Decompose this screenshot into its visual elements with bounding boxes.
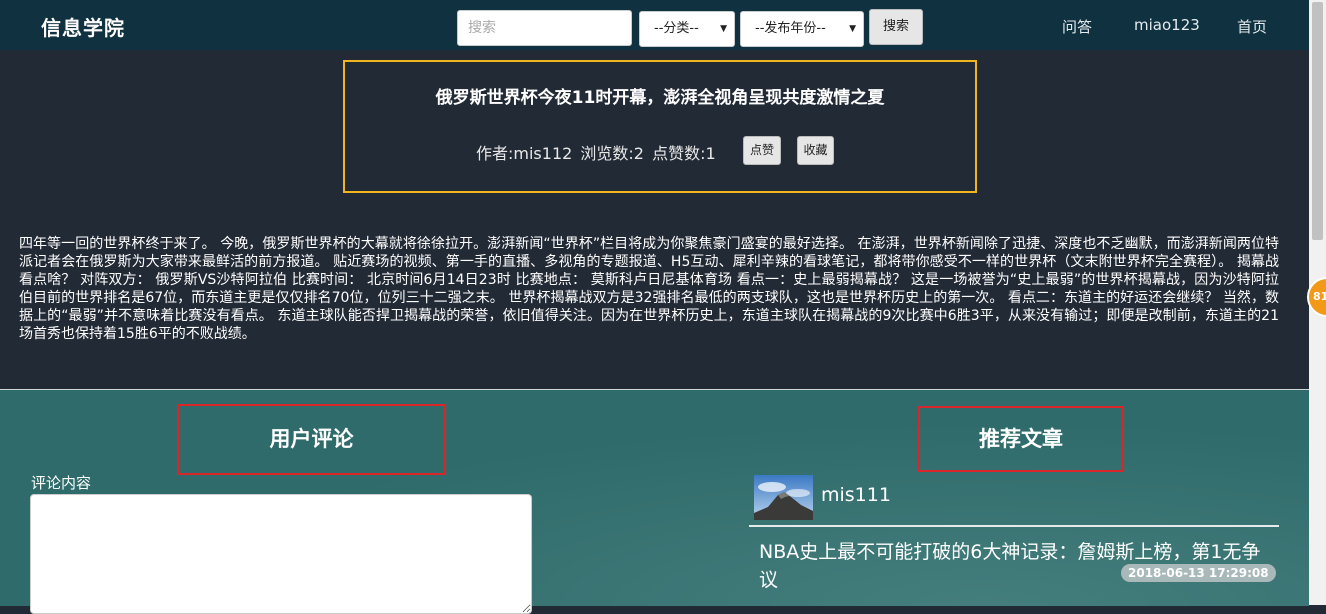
like-button[interactable]: 点赞 (743, 136, 781, 165)
article-meta: 作者:mis112 浏览数:2 点赞数:1 (476, 140, 719, 164)
brand-logo-text[interactable]: 信息学院 (41, 12, 125, 41)
article-header-box: 俄罗斯世界杯今夜11时开幕，澎湃全视角呈现共度激情之夏 作者:mis112 浏览… (343, 60, 977, 193)
article-views: 浏览数:2 (580, 144, 644, 163)
recommend-heading: 推荐文章 (918, 406, 1124, 472)
article-author: 作者:mis112 (476, 144, 573, 163)
comment-textarea[interactable] (30, 494, 532, 614)
comments-heading: 用户评论 (177, 404, 446, 475)
category-select-value: --分类-- (654, 21, 699, 36)
scrollbar-thumb[interactable] (1312, 2, 1323, 240)
navbar: 信息学院 --分类-- ▼ --发布年份-- ▼ 搜索 问答 miao123 首… (0, 0, 1309, 50)
recommend-date-badge: 2018-06-13 17:29:08 (1121, 564, 1276, 582)
search-button[interactable]: 搜索 (869, 9, 923, 45)
article-body: 四年等一回的世界杯终于来了。 今晚，俄罗斯世界杯的大幕就将徐徐拉开。澎湃新闻“世… (19, 236, 1279, 342)
recommend-author[interactable]: mis111 (821, 484, 891, 506)
article-title: 俄罗斯世界杯今夜11时开幕，澎湃全视角呈现共度激情之夏 (435, 88, 885, 108)
nav-link-qa[interactable]: 问答 (1062, 16, 1092, 37)
nav-link-home[interactable]: 首页 (1237, 16, 1267, 37)
category-select[interactable]: --分类-- ▼ (639, 11, 735, 47)
nav-link-user[interactable]: miao123 (1134, 16, 1200, 34)
bottom-section: 用户评论 推荐文章 评论内容 mis111 NBA史上最不可能打破的6大神记录：… (0, 389, 1309, 614)
favorite-button[interactable]: 收藏 (797, 136, 834, 165)
caret-down-icon: ▼ (720, 24, 727, 34)
year-select[interactable]: --发布年份-- ▼ (740, 11, 864, 47)
year-select-value: --发布年份-- (755, 21, 826, 36)
article-likes: 点赞数:1 (652, 144, 716, 163)
divider (749, 525, 1279, 527)
caret-down-icon: ▼ (849, 24, 856, 34)
mountain-thumbnail[interactable] (754, 475, 813, 520)
search-input[interactable] (457, 10, 632, 46)
comment-label: 评论内容 (31, 474, 92, 492)
